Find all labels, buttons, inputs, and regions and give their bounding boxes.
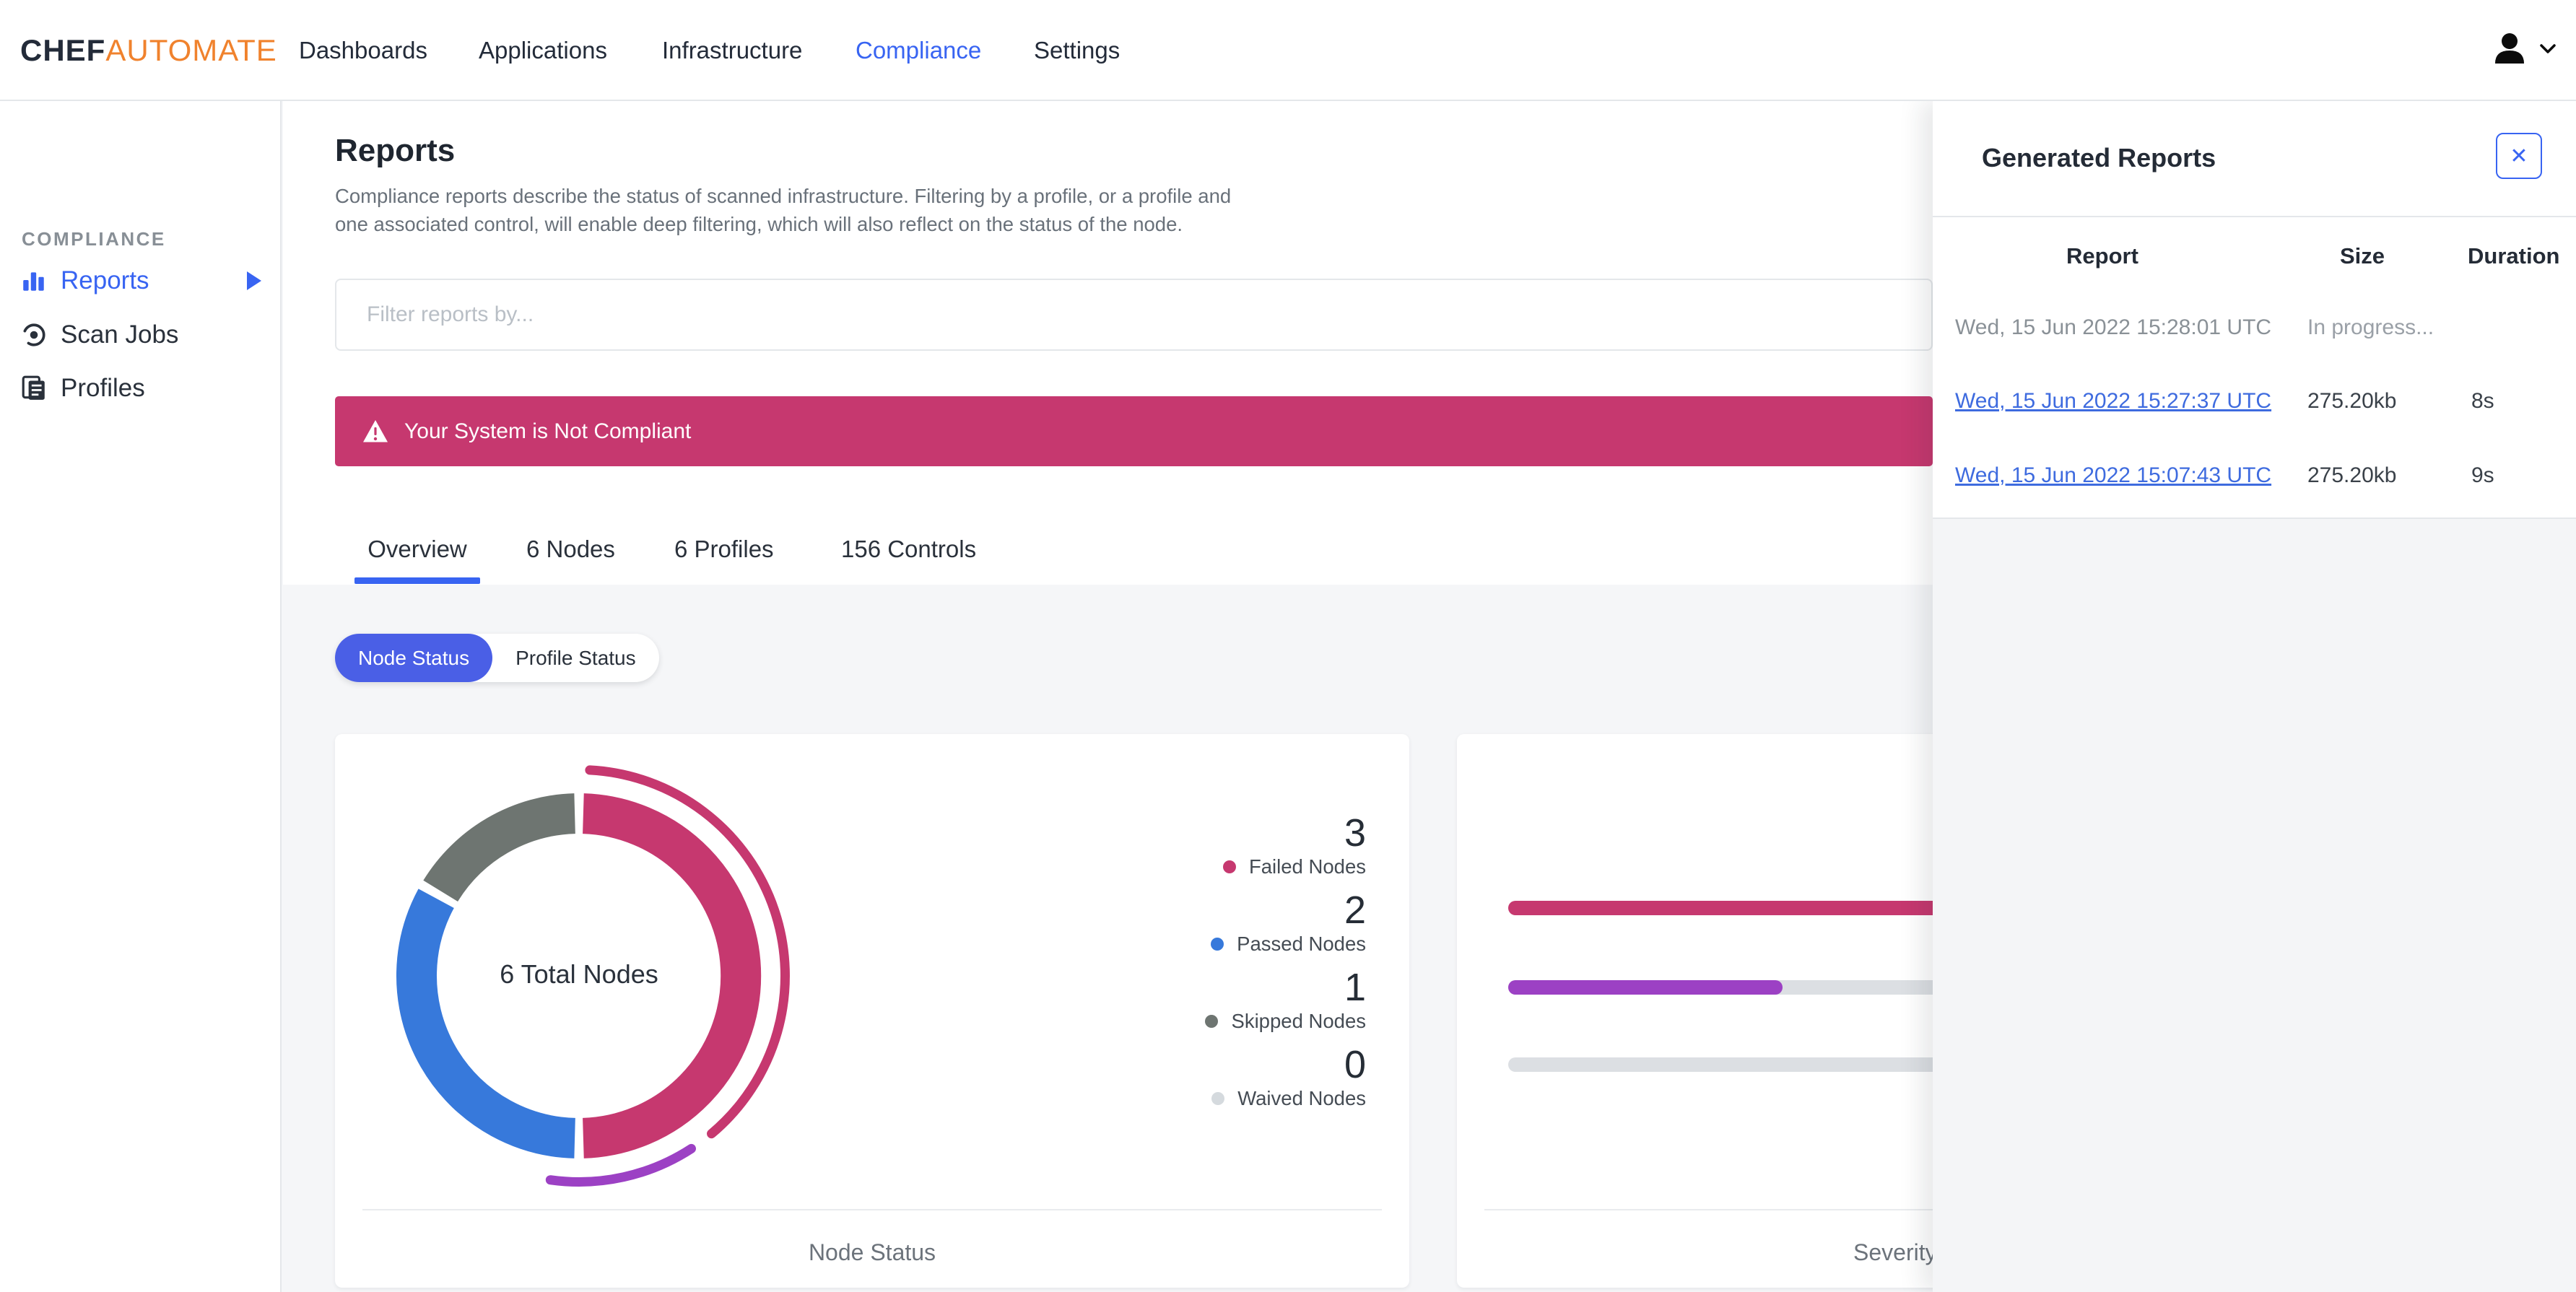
warning-triangle-icon — [363, 420, 388, 442]
tab-label: 156 Controls — [841, 536, 977, 562]
report-download-link[interactable]: Wed, 15 Jun 2022 15:07:43 UTC — [1955, 463, 2271, 488]
card-divider — [362, 1209, 1382, 1210]
panel-divider — [1933, 216, 2576, 217]
page-description: Compliance reports describe the status o… — [335, 185, 1232, 235]
node-status-legend: 3 Failed Nodes 2 Passed Nodes 1 Skipped … — [991, 812, 1366, 1121]
panel-empty-area — [1933, 518, 2576, 1292]
logo-chef: CHEF — [20, 33, 106, 67]
tab-nodes[interactable]: 6 Nodes — [526, 515, 615, 584]
tab-label: 6 Nodes — [526, 536, 615, 562]
tab-controls[interactable]: 156 Controls — [841, 515, 976, 584]
legend-label: Skipped Nodes — [1231, 1010, 1366, 1032]
close-icon: ✕ — [2510, 144, 2528, 168]
compliance-sidebar: COMPLIANCE Reports Scan Jobs Profiles — [0, 101, 282, 1292]
toggle-node-status[interactable]: Node Status — [335, 634, 493, 682]
report-size: In progress... — [2307, 315, 2434, 339]
nav-item-settings[interactable]: Settings — [1034, 0, 1120, 101]
close-panel-button[interactable]: ✕ — [2496, 133, 2542, 179]
donut-center-label: 6 Total Nodes — [500, 959, 658, 989]
bar-chart-icon — [20, 267, 48, 294]
nav-item-infrastructure[interactable]: Infrastructure — [662, 0, 802, 101]
tab-label: Overview — [367, 536, 467, 562]
not-compliant-banner: Your System is Not Compliant — [335, 396, 1933, 466]
sidebar-item-reports[interactable]: Reports — [0, 254, 280, 307]
tab-label: 6 Profiles — [674, 536, 774, 562]
chevron-down-icon — [2540, 43, 2556, 58]
column-header-size: Size — [2340, 243, 2385, 269]
sidebar-item-label: Scan Jobs — [61, 320, 179, 349]
logo-automate: AUTOMATE — [105, 33, 277, 67]
legend-label: Failed Nodes — [1248, 855, 1366, 878]
report-timestamp: Wed, 15 Jun 2022 15:28:01 UTC — [1955, 315, 2272, 339]
report-duration: 8s — [2471, 389, 2494, 413]
node-status-card: 6 Total Nodes 3 Failed Nodes 2 Passed No… — [335, 734, 1409, 1288]
filter-reports-input[interactable] — [335, 279, 1933, 351]
panel-title: Generated Reports — [1982, 143, 2216, 173]
severity-bar-fill — [1508, 980, 1783, 995]
active-tab-underline — [354, 577, 480, 584]
sidebar-item-label: Profiles — [61, 374, 145, 402]
user-menu-button[interactable] — [2491, 0, 2556, 101]
toggle-profile-status[interactable]: Profile Status — [492, 634, 659, 682]
failed-dot-icon — [1222, 860, 1236, 873]
person-icon — [2491, 30, 2528, 71]
sidebar-heading: COMPLIANCE — [22, 228, 166, 250]
legend-item-skipped: 1 Skipped Nodes — [991, 966, 1366, 1034]
waived-count: 0 — [1344, 1043, 1366, 1086]
sidebar-item-scan-jobs[interactable]: Scan Jobs — [0, 308, 280, 362]
legend-item-failed: 3 Failed Nodes — [991, 812, 1366, 880]
report-download-link[interactable]: Wed, 15 Jun 2022 15:27:37 UTC — [1955, 389, 2271, 414]
legend-item-waived: 0 Waived Nodes — [991, 1044, 1366, 1112]
documents-icon — [20, 375, 48, 402]
report-size: 275.20kb — [2307, 463, 2397, 487]
waived-dot-icon — [1211, 1092, 1225, 1105]
report-size: 275.20kb — [2307, 389, 2397, 413]
nav-item-dashboards[interactable]: Dashboards — [299, 0, 427, 101]
top-nav: CHEF AUTOMATE Dashboards Applications Inf… — [0, 0, 2576, 101]
sidebar-item-profiles[interactable]: Profiles — [0, 362, 280, 415]
legend-label: Passed Nodes — [1237, 933, 1366, 955]
report-duration: 9s — [2471, 463, 2494, 487]
tab-profiles[interactable]: 6 Profiles — [674, 515, 774, 584]
column-header-duration: Duration — [2468, 243, 2560, 269]
column-header-report: Report — [2066, 243, 2138, 269]
passed-dot-icon — [1211, 938, 1224, 951]
status-toggle: Node Status Profile Status — [335, 634, 659, 682]
passed-count: 2 — [1344, 889, 1366, 932]
node-status-caption: Node Status — [808, 1239, 936, 1265]
legend-item-passed: 2 Passed Nodes — [991, 889, 1366, 957]
failed-count: 3 — [1344, 811, 1366, 855]
sidebar-item-label: Reports — [61, 266, 149, 294]
broadcast-icon — [20, 321, 48, 349]
skipped-count: 1 — [1344, 966, 1366, 1009]
legend-label: Waived Nodes — [1237, 1087, 1366, 1109]
generated-reports-panel: Generated Reports ✕ Report Size Duration… — [1933, 101, 2576, 1292]
nav-item-compliance[interactable]: Compliance — [856, 0, 981, 101]
tab-overview[interactable]: Overview — [354, 515, 480, 584]
banner-text: Your System is Not Compliant — [404, 419, 692, 443]
page-title: Reports — [335, 133, 456, 168]
main-content: Reports Compliance reports describe the … — [283, 101, 2531, 1292]
nav-item-applications[interactable]: Applications — [479, 0, 607, 101]
chef-automate-logo: CHEF AUTOMATE — [20, 0, 277, 101]
chevron-right-icon — [247, 271, 261, 290]
skipped-dot-icon — [1205, 1015, 1219, 1028]
